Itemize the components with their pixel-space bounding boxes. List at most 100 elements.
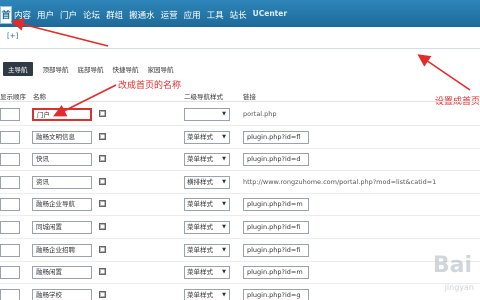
table-row: 融畅闲置 □ 菜单样式 ▼ plugin.php?id=m	[0, 262, 480, 285]
nav-item[interactable]: 站长	[230, 9, 247, 21]
table-header: 显示顺序 名称 二级导航样式 链接	[0, 88, 480, 102]
link-input[interactable]: plugin.php?id=m	[243, 198, 309, 212]
chevron-down-icon: ▼	[222, 201, 226, 208]
nav-item[interactable]: 应用	[184, 9, 201, 21]
submenu-style-select[interactable]: 菜单样式 ▼	[184, 153, 230, 167]
nav-item[interactable]: 用户	[37, 9, 54, 21]
order-input[interactable]	[0, 288, 20, 300]
chevron-down-icon: ▼	[222, 269, 226, 276]
nav-item[interactable]: UCenter	[253, 9, 287, 21]
chevron-down-icon: ▼	[222, 133, 226, 140]
submenu-style-select[interactable]: 菜单样式 ▼	[184, 266, 230, 280]
table-row: 融畅企业导航 □ 菜单样式 ▼ plugin.php?id=m	[0, 194, 480, 217]
chevron-down-icon: ▼	[222, 111, 226, 117]
arrow-from-set-home	[417, 54, 471, 91]
tab-item[interactable]: 主导航	[3, 62, 33, 76]
chevron-down-icon: ▼	[222, 224, 226, 230]
order-input[interactable]	[0, 266, 20, 280]
nav-item[interactable]: 搬通水	[129, 9, 155, 21]
link-input[interactable]: plugin.php?id=m	[243, 266, 309, 280]
order-input[interactable]	[0, 153, 20, 167]
watermark-sub: jingyan	[444, 283, 474, 292]
nav-item[interactable]: 论坛	[83, 9, 100, 21]
submenu-style-select[interactable]: 菜单样式 ▼	[184, 243, 230, 257]
header-style: 二级导航样式	[184, 93, 223, 101]
order-input[interactable]	[0, 108, 20, 121]
order-input[interactable]	[0, 243, 20, 257]
tab-item[interactable]: 底部导航	[78, 64, 104, 74]
table-row: 门户 □ ▼ portal.php	[0, 104, 480, 126]
link-input[interactable]: plugin.php?id=d	[243, 153, 309, 167]
edit-icon[interactable]: □	[99, 268, 106, 276]
order-input[interactable]	[0, 198, 20, 212]
edit-icon[interactable]: □	[99, 290, 106, 298]
submenu-style-select[interactable]: 菜单样式 ▼	[184, 221, 230, 234]
link-text: portal.php	[243, 110, 277, 118]
name-input[interactable]: 快讯	[32, 153, 92, 167]
link-input[interactable]: plugin.php?id=fl	[243, 130, 309, 144]
submenu-style-value: 菜单样式	[187, 155, 213, 164]
submenu-style-value: 菜单样式	[187, 132, 213, 141]
tab-item[interactable]: 快捷导航	[113, 64, 139, 74]
watermark: Bai	[432, 253, 472, 278]
name-input[interactable]: 融畅企业招聘	[32, 243, 92, 257]
edit-icon[interactable]: □	[99, 132, 106, 140]
expand-toggle[interactable]: [+]	[7, 32, 18, 40]
tab-item[interactable]: 家园导航	[148, 64, 174, 74]
submenu-style-value: 菜单样式	[187, 200, 213, 209]
table-row: 同城闲置 □ 菜单样式 ▼ plugin.php?id=fi	[0, 217, 480, 239]
table-row: 融畅文明信息 □ 菜单样式 ▼ plugin.php?id=fl	[0, 127, 480, 149]
submenu-style-value: 菜单样式	[187, 223, 213, 231]
link-input[interactable]: plugin.php?id=fi	[243, 221, 309, 234]
submenu-style-value: 菜单样式	[187, 290, 213, 299]
link-input[interactable]: plugin.php?id=g	[243, 288, 309, 300]
nav-type-tabs: 主导航 顶部导航 底部导航 快捷导航 家园导航	[3, 62, 183, 76]
name-input[interactable]: 资讯	[32, 175, 92, 189]
submenu-style-select[interactable]: 菜单样式 ▼	[184, 198, 230, 212]
name-input[interactable]: 同城闲置	[32, 221, 92, 234]
nav-item[interactable]: 内容	[14, 9, 31, 21]
main-nav: 内容 用户 门户 论坛 群组 搬通水 运营 应用 工具 站长 UCenter	[14, 9, 293, 21]
table-row: 融畅企业招聘 □ 菜单样式 ▼ plugin.php?id=fi	[0, 240, 480, 262]
home-tab[interactable]: 首	[0, 6, 12, 24]
chevron-down-icon: ▼	[222, 291, 226, 298]
edit-icon[interactable]: □	[99, 245, 106, 253]
edit-icon[interactable]: □	[99, 200, 106, 208]
top-nav-bar: 首 内容 用户 门户 论坛 群组 搬通水 运营 应用 工具 站长 UCenter	[0, 0, 480, 27]
submenu-style-select[interactable]: ▼	[184, 108, 230, 121]
link-input[interactable]: plugin.php?id=fi	[243, 243, 309, 257]
link-text: http://www.rongzuhome.com/portal.php?mod…	[243, 177, 437, 186]
name-input[interactable]: 融畅企业导航	[32, 198, 92, 212]
order-input[interactable]	[0, 130, 20, 144]
order-input[interactable]	[0, 175, 20, 189]
name-input[interactable]: 融畅学校	[32, 288, 92, 300]
nav-item[interactable]: 运营	[161, 9, 178, 21]
nav-item[interactable]: 门户	[60, 9, 77, 21]
name-input[interactable]: 门户	[32, 108, 92, 121]
nav-item[interactable]: 群组	[106, 9, 123, 21]
submenu-style-select[interactable]: 横排样式 ▼	[184, 175, 230, 189]
chevron-down-icon: ▼	[222, 178, 226, 185]
sub-bar: [+]	[0, 27, 480, 49]
name-input[interactable]: 融畅闲置	[32, 266, 92, 280]
submenu-style-value: 横排样式	[187, 177, 213, 186]
submenu-style-value: 菜单样式	[187, 245, 213, 254]
tab-item[interactable]: 顶部导航	[43, 64, 69, 74]
chevron-down-icon: ▼	[222, 156, 226, 163]
nav-item[interactable]: 工具	[207, 9, 224, 21]
submenu-style-value: 菜单样式	[187, 268, 213, 277]
submenu-style-select[interactable]: 菜单样式 ▼	[184, 288, 230, 300]
order-input[interactable]	[0, 221, 20, 234]
edit-icon[interactable]: □	[99, 155, 106, 163]
header-order: 显示顺序	[0, 93, 26, 101]
table-row: 资讯 □ 横排样式 ▼ http://www.rongzuhome.com/portal…	[0, 172, 480, 194]
chevron-down-icon: ▼	[222, 246, 226, 253]
edit-icon[interactable]: □	[99, 110, 106, 117]
edit-icon[interactable]: □	[99, 177, 106, 185]
header-name: 名称	[33, 93, 46, 101]
table-row: 融畅学校 □ 菜单样式 ▼ plugin.php?id=g	[0, 285, 480, 300]
header-link: 链接	[243, 93, 256, 101]
name-input[interactable]: 融畅文明信息	[32, 130, 92, 144]
edit-icon[interactable]: □	[99, 223, 106, 230]
submenu-style-select[interactable]: 菜单样式 ▼	[184, 130, 230, 144]
